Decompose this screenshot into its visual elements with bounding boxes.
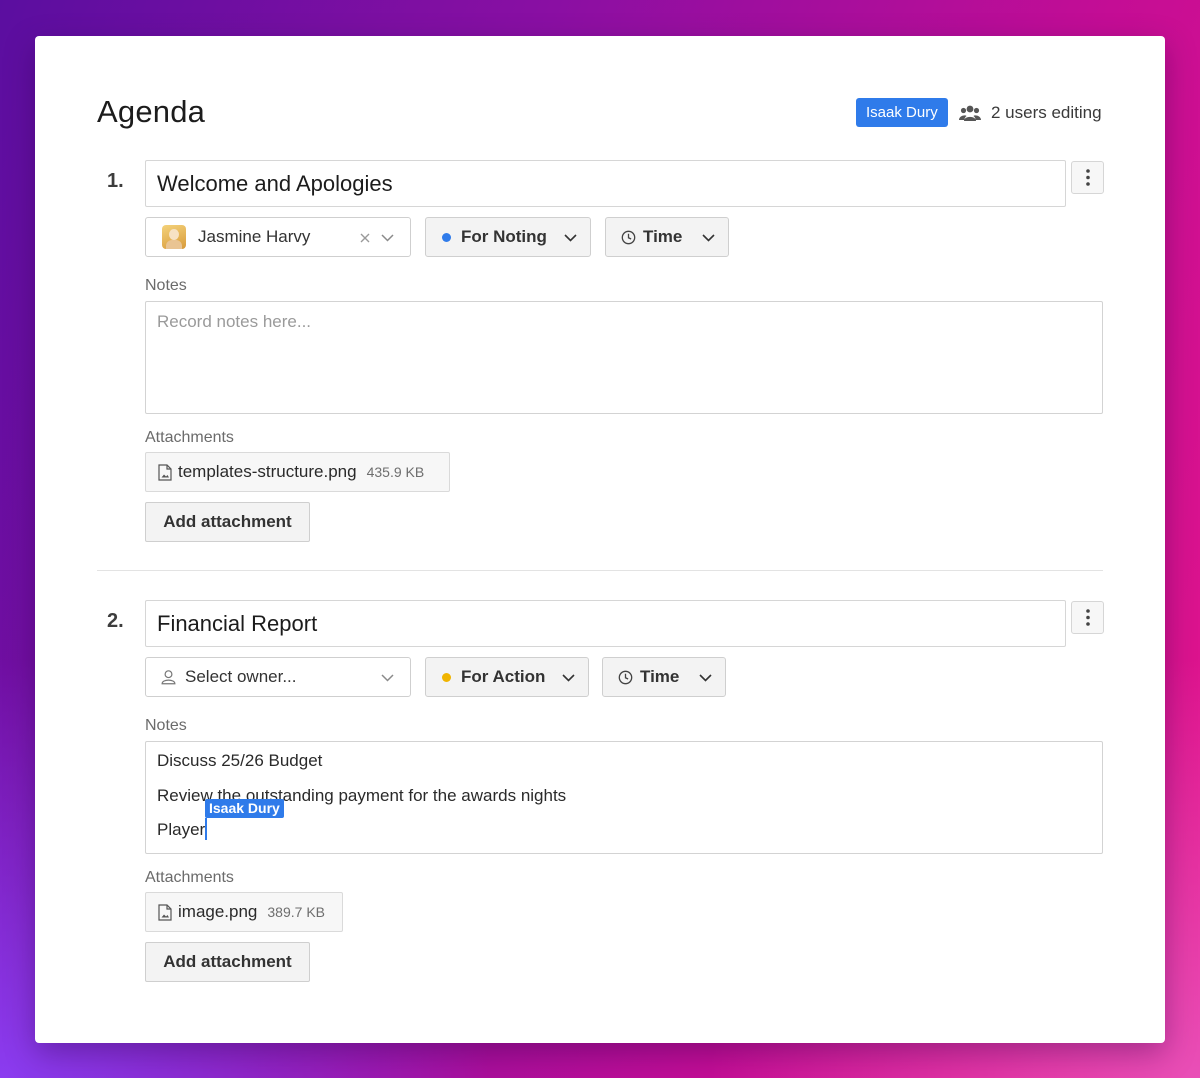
user-icon: [161, 670, 176, 685]
chevron-down-icon: [699, 674, 712, 682]
attachments-label: Attachments: [145, 869, 234, 886]
owner-placeholder: Select owner...: [185, 667, 297, 686]
editing-indicator: 2 users editing: [959, 98, 1102, 127]
owner-name: Jasmine Harvy: [198, 227, 311, 246]
file-image-icon: [158, 903, 172, 921]
attachment-chip[interactable]: image.png 389.7 KB: [145, 892, 343, 932]
attachment-size: 389.7 KB: [267, 904, 325, 920]
item-number: 2.: [107, 610, 124, 632]
status-label: For Action: [461, 667, 546, 686]
collaborator-caret: [205, 818, 207, 840]
attachment-chip[interactable]: templates-structure.png 435.9 KB: [145, 452, 450, 492]
more-vertical-icon: [1085, 609, 1090, 626]
item-menu-button[interactable]: [1071, 601, 1104, 634]
notes-placeholder: Record notes here...: [157, 312, 312, 331]
notes-label: Notes: [145, 717, 187, 734]
chevron-down-icon: [381, 674, 394, 682]
close-icon[interactable]: [360, 233, 370, 243]
users-icon: [959, 105, 981, 121]
avatar: [162, 225, 186, 249]
time-select[interactable]: Time: [605, 217, 729, 257]
time-label: Time: [643, 227, 683, 246]
notes-label: Notes: [145, 277, 187, 294]
owner-select[interactable]: Select owner...: [145, 657, 411, 697]
chevron-down-icon: [562, 674, 575, 682]
item-number: 1.: [107, 170, 124, 192]
time-label: Time: [640, 667, 680, 686]
item-title-input[interactable]: Welcome and Apologies: [145, 160, 1066, 207]
more-vertical-icon: [1085, 169, 1090, 186]
time-select[interactable]: Time: [602, 657, 726, 697]
agenda-card: Agenda Isaak Dury 2 users editing 1. Wel…: [35, 36, 1165, 1043]
collaborator-cursor-label: Isaak Dury: [205, 799, 284, 818]
notes-textarea[interactable]: Record notes here...: [145, 301, 1103, 414]
active-user-badge: Isaak Dury: [856, 98, 948, 127]
owner-select[interactable]: Jasmine Harvy: [145, 217, 411, 257]
chevron-down-icon: [702, 234, 715, 242]
item-menu-button[interactable]: [1071, 161, 1104, 194]
attachment-name: templates-structure.png: [178, 462, 357, 481]
divider: [97, 570, 1103, 571]
status-dot: [442, 232, 451, 242]
editing-text: 2 users editing: [991, 102, 1102, 122]
status-select[interactable]: For Noting: [425, 217, 591, 257]
notes-line: Discuss 25/26 Budget: [157, 751, 323, 770]
add-attachment-button[interactable]: Add attachment: [145, 942, 310, 982]
add-attachment-button[interactable]: Add attachment: [145, 502, 310, 542]
clock-icon: [621, 230, 636, 244]
status-select[interactable]: For Action: [425, 657, 589, 697]
chevron-down-icon: [381, 234, 394, 242]
item-title-input[interactable]: Financial Report: [145, 600, 1066, 647]
notes-textarea[interactable]: Discuss 25/26 Budget Review the outstand…: [145, 741, 1103, 854]
status-dot: [442, 672, 451, 682]
status-label: For Noting: [461, 227, 547, 246]
attachment-name: image.png: [178, 902, 258, 921]
clock-icon: [618, 670, 633, 684]
notes-line: Player: [157, 820, 206, 839]
chevron-down-icon: [564, 234, 577, 242]
attachments-label: Attachments: [145, 429, 234, 446]
file-image-icon: [158, 463, 172, 481]
attachment-size: 435.9 KB: [366, 464, 425, 480]
page-title: Agenda: [97, 94, 206, 129]
